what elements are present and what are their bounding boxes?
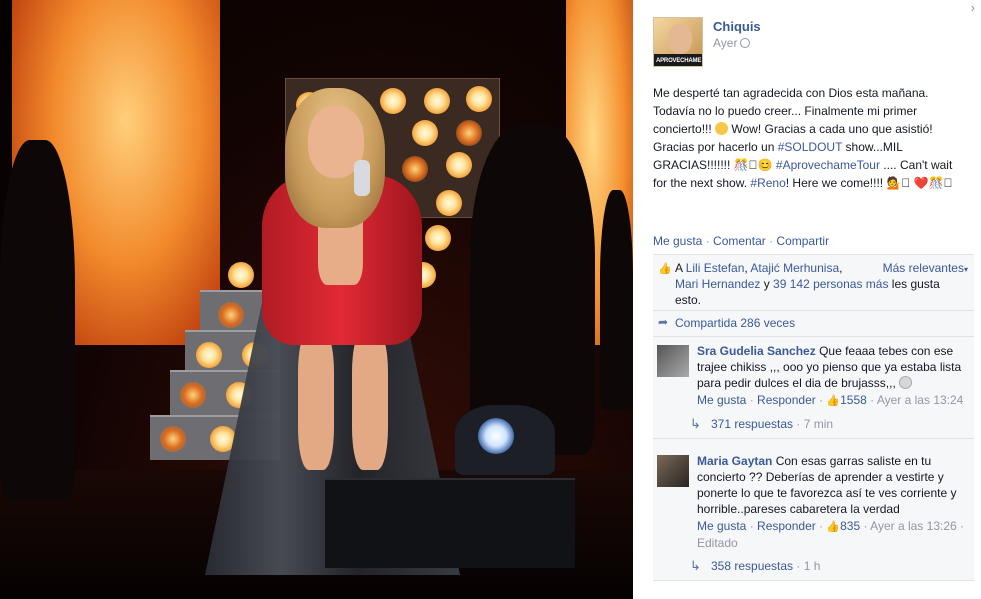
comment-like-count[interactable]: 835: [840, 519, 860, 533]
post-photo[interactable]: [0, 0, 633, 599]
comment-item: Sra Gudelia Sanchez Que feaaa tebes con …: [653, 337, 974, 409]
stage-lamp: [456, 120, 482, 146]
dancer-silhouette: [0, 140, 75, 500]
stage-lamp: [380, 88, 406, 114]
share-arrow-icon: ➦: [658, 315, 669, 329]
separator: ·: [705, 234, 710, 248]
replies-link[interactable]: ↳ 371 respuestas · 7 min: [653, 409, 974, 439]
comment-actions: Me gusta · Responder · 👍1558 · Ayer a la…: [697, 393, 964, 407]
share-button[interactable]: Compartir: [776, 234, 829, 248]
reply-arrow-icon: ↳: [690, 558, 701, 573]
hashtag-aprovechametour[interactable]: #AprovechameTour: [776, 158, 880, 172]
reply-arrow-icon: ↳: [690, 416, 701, 431]
spotlight-lens: [478, 418, 514, 454]
dancer-silhouette: [600, 190, 633, 410]
avatar-face: [668, 24, 692, 54]
hashtag-soldout[interactable]: #SOLDOUT: [778, 140, 842, 154]
stage-lamp: [466, 86, 492, 112]
author-name[interactable]: Chiquis: [713, 19, 761, 34]
comment-body: Maria Gaytan Con esas garras saliste en …: [697, 453, 968, 517]
comment-edited[interactable]: Editado: [697, 536, 738, 550]
stage-lamp: [160, 426, 186, 452]
author-avatar[interactable]: APROVECHAME: [653, 17, 703, 67]
feedback-box: 👍 A Lili Estefan, Atajić Merhunisa, Mari…: [653, 254, 974, 581]
thumbs-up-icon: 👍: [826, 395, 841, 407]
stage-lamp: [218, 302, 244, 328]
stage-lamp: [412, 120, 438, 146]
stage-lamp: [424, 88, 450, 114]
shares-label: Compartida 286 veces: [675, 316, 796, 330]
stage-lamp: [228, 262, 254, 288]
post-meta: Ayer: [713, 36, 751, 50]
comment-like-count[interactable]: 1558: [840, 393, 867, 407]
replies-age: 7 min: [803, 417, 834, 431]
stage-lamp: [402, 156, 428, 182]
stage-lamp: [446, 152, 472, 178]
microphone: [354, 160, 370, 196]
sort-dropdown[interactable]: Más relevantes▾: [883, 260, 968, 278]
post-timestamp[interactable]: Ayer: [713, 36, 737, 50]
close-icon[interactable]: ›: [971, 0, 975, 15]
post-panel: › APROVECHAME Chiquis Ayer Me desperté t…: [633, 0, 981, 599]
comment-time[interactable]: Ayer a las 13:24: [877, 393, 964, 407]
comment-like-button[interactable]: Me gusta: [697, 519, 746, 533]
likes-conjunction: y: [760, 277, 774, 291]
scream-emoji-icon: [715, 122, 729, 135]
liker-name[interactable]: Mari Hernandez: [675, 277, 760, 291]
liker-name[interactable]: Atajić Merhunisa: [750, 261, 839, 275]
performer-leg: [298, 330, 334, 470]
hashtag-reno[interactable]: #Reno: [750, 176, 785, 190]
comment-button[interactable]: Comentar: [713, 234, 766, 248]
replies-count: 358 respuestas: [711, 559, 794, 573]
chevron-down-icon: ▾: [963, 265, 968, 274]
like-button[interactable]: Me gusta: [653, 234, 702, 248]
globe-icon: [740, 38, 751, 48]
comment-item: Maria Gaytan Con esas garras saliste en …: [653, 447, 974, 551]
shares-link[interactable]: ➦ Compartida 286 veces: [653, 311, 974, 337]
post-text: Me desperté tan agradecida con Dios esta…: [653, 84, 969, 192]
comment-reply-button[interactable]: Responder: [757, 393, 816, 407]
likes-others-link[interactable]: 39 142 personas más: [773, 277, 888, 291]
avatar-text: APROVECHAME: [656, 58, 702, 64]
stage-lamp: [196, 342, 222, 368]
post-text-part: ! Here we come!!!! 💁􏰀 ❤️🎊􏰀: [785, 176, 953, 190]
commenter-avatar[interactable]: [657, 345, 689, 377]
comment-actions: Me gusta · Responder · 👍835 · Ayer a las…: [697, 519, 965, 550]
commenter-avatar[interactable]: [657, 455, 689, 487]
liker-name[interactable]: Lili Estefan: [686, 261, 745, 275]
replies-link[interactable]: ↳ 358 respuestas · 1 h: [653, 551, 974, 581]
thumbs-up-icon: 👍: [826, 521, 841, 533]
likes-prefix: A: [675, 261, 686, 275]
stage-lamp: [425, 225, 451, 251]
sort-label: Más relevantes: [882, 261, 964, 275]
stage-lamp: [180, 382, 206, 408]
commenter-name[interactable]: Sra Gudelia Sanchez: [697, 344, 816, 358]
replies-separator: ·: [796, 559, 801, 573]
stage-monitor: [325, 478, 575, 568]
thumbs-up-icon: 👍: [658, 263, 672, 275]
post-actions: Me gusta · Comentar · Compartir: [653, 234, 829, 248]
comment-time[interactable]: Ayer a las 13:26: [870, 519, 957, 533]
stage-lamp: [436, 190, 462, 216]
performer-leg: [352, 330, 388, 470]
replies-separator: ·: [796, 417, 801, 431]
replies-count: 371 respuestas: [711, 417, 794, 431]
replies-age: 1 h: [803, 559, 821, 573]
comment-like-button[interactable]: Me gusta: [697, 393, 746, 407]
comment-body: Sra Gudelia Sanchez Que feaaa tebes con …: [697, 343, 968, 391]
smile-emoji-icon: [899, 376, 913, 389]
commenter-name[interactable]: Maria Gaytan: [697, 454, 772, 468]
comment-reply-button[interactable]: Responder: [757, 519, 816, 533]
separator: ·: [769, 234, 774, 248]
likes-summary: 👍 A Lili Estefan, Atajić Merhunisa, Mari…: [653, 255, 974, 311]
